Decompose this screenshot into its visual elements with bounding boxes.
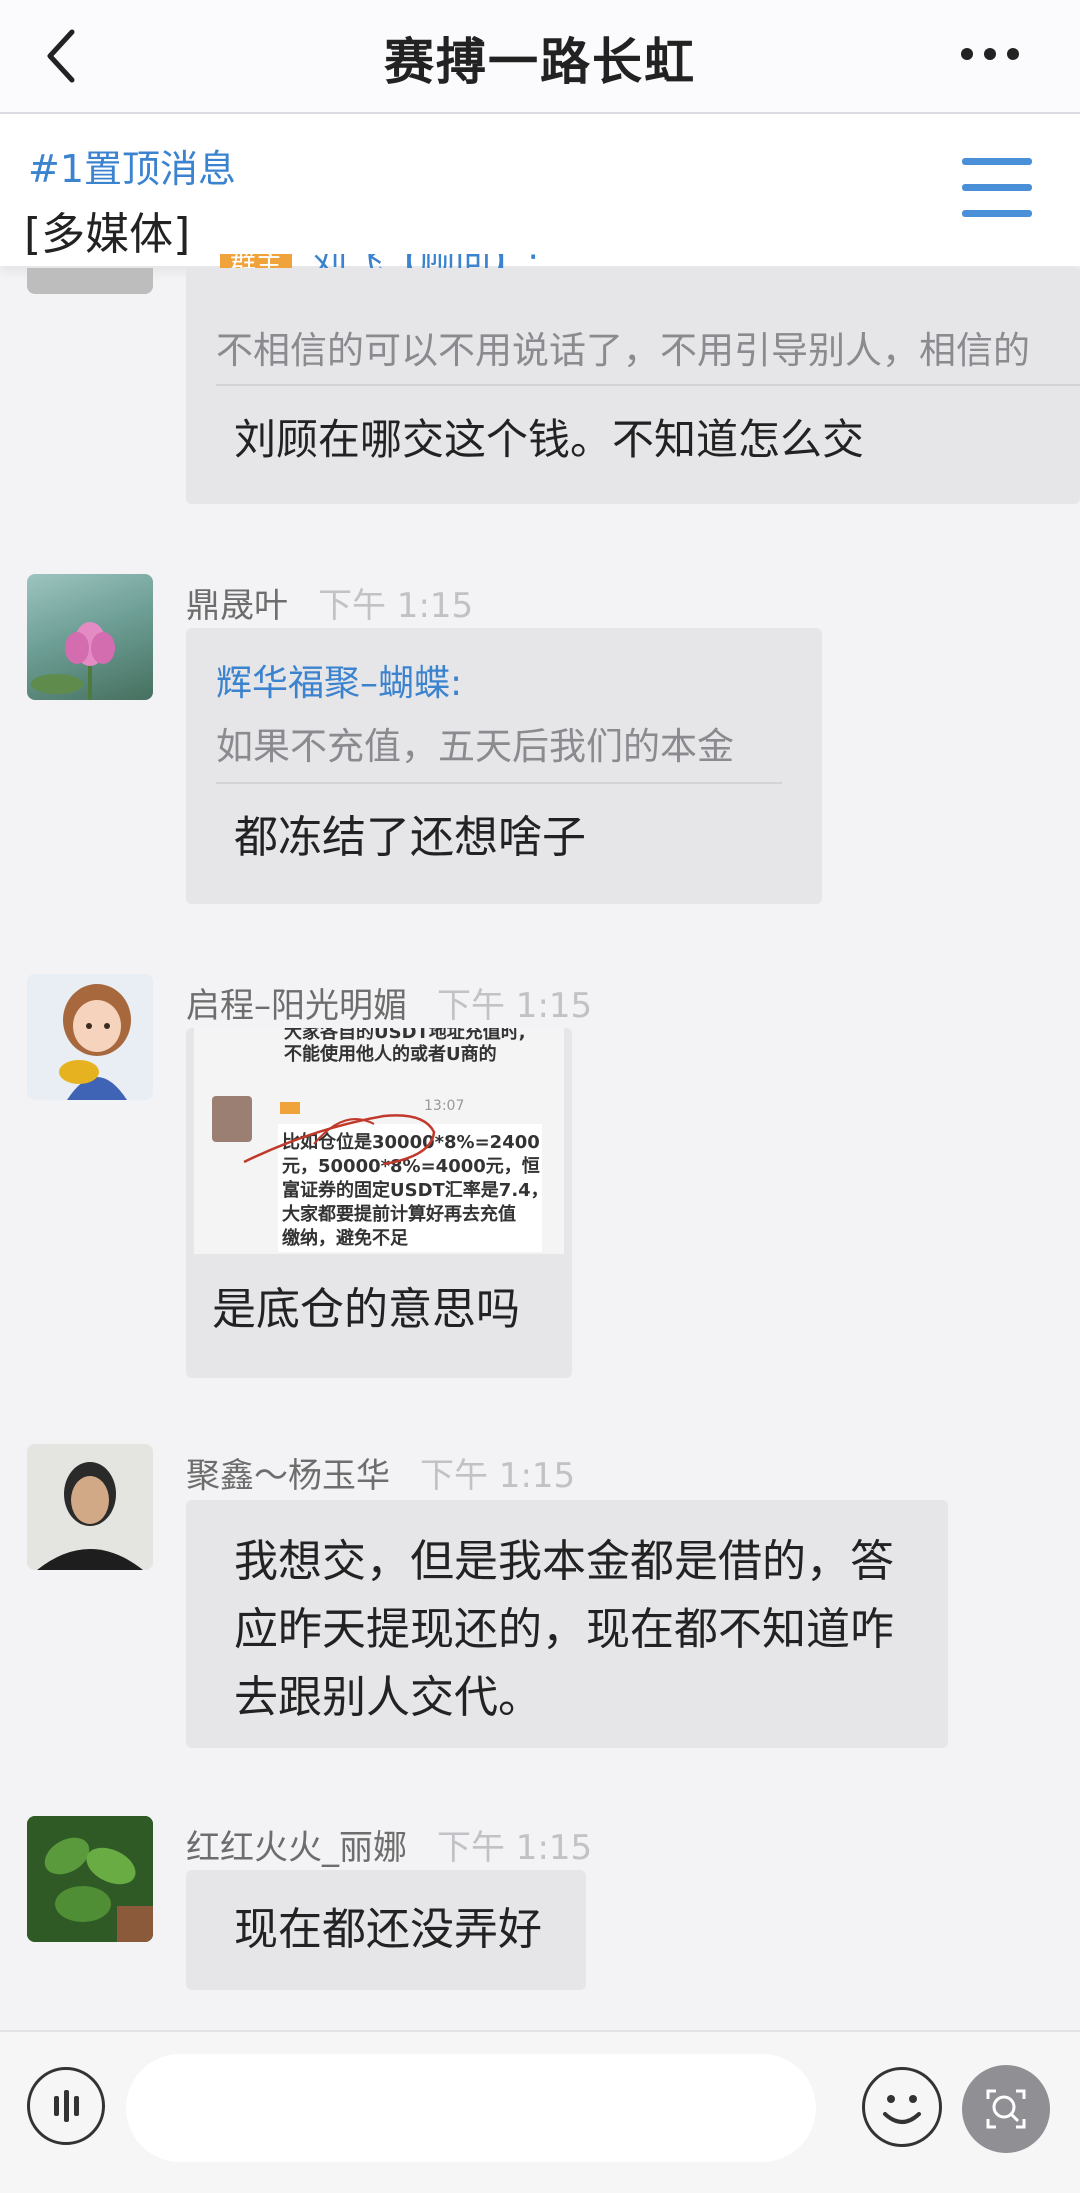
sender-name: 红红火火_丽娜 (186, 1828, 407, 1868)
message-time: 下午 1:15 (437, 1828, 593, 1868)
message-item: 红红火火_丽娜 下午 1:15 现在都还没弄好 (0, 1814, 1080, 2014)
lotus-image (31, 622, 115, 700)
group-owner-badge: 群主 (220, 254, 293, 268)
message-bubble[interactable]: 辉华福聚–蝴蝶: 如果不充值，五天后我们的本金 都冻结了还想啥子 (186, 628, 822, 904)
sender-name: 启程–阳光明媚 (186, 986, 407, 1026)
message-bubble[interactable]: 大家各自的USDT地址充值时, 不能使用他人的或者U商的 13:07 比如仓位是… (186, 1028, 572, 1378)
sender-line: 红红火火_丽娜 下午 1:15 (186, 1820, 592, 1869)
pinned-message-bar[interactable]: #1置顶消息 [多媒体] (0, 114, 1080, 266)
message-text: 是底仓的意思吗 (212, 1284, 520, 1335)
message-text: 都冻结了还想啥子 (234, 812, 586, 863)
message-item: 聚鑫～杨玉华 下午 1:15 我想交，但是我本金都是借的，答 应昨天提现还的，现在… (0, 1444, 1080, 1764)
message-bubble[interactable]: 不相信的可以不用说话了，不用引导别人，相信的 刘顾在哪交这个钱。不知道怎么交 (186, 268, 1080, 504)
sender-line: 鼎晟叶 下午 1:15 (186, 578, 473, 627)
nav-bar: 赛搏一路长虹 (0, 0, 1080, 114)
cartoon-girl-image (27, 974, 153, 1100)
pinned-title: #1置顶消息 (28, 147, 237, 191)
chat-title: 赛搏一路长虹 (384, 33, 696, 91)
message-input[interactable] (126, 2054, 816, 2162)
message-text: 刘顾在哪交这个钱。不知道怎么交 (234, 415, 865, 464)
more-dots-icon[interactable] (960, 46, 1020, 62)
avatar[interactable] (27, 974, 153, 1100)
quote-text: 如果不充值，五天后我们的本金 (216, 725, 734, 768)
message-bubble[interactable]: 我想交，但是我本金都是借的，答 应昨天提现还的，现在都不知道咋 去跟别人交代。 (186, 1500, 948, 1748)
quote-text: 不相信的可以不用说话了，不用引导别人，相信的 (216, 329, 1030, 372)
message-time: 下午 1:15 (318, 586, 474, 626)
avatar[interactable] (27, 574, 153, 700)
message-item: 鼎晟叶 下午 1:15 辉华福聚–蝴蝶: 如果不充值，五天后我们的本金 都冻结了还… (0, 572, 1080, 912)
quote-divider (216, 782, 782, 784)
hamburger-menu-icon[interactable] (962, 154, 1032, 224)
emoji-icon[interactable] (862, 2067, 942, 2147)
message-text-line: 我想交，但是我本金都是借的，答 (234, 1536, 894, 1587)
avatar[interactable] (27, 268, 153, 294)
plant-photo (27, 1816, 153, 1942)
voice-input-icon[interactable] (27, 2067, 105, 2145)
message-item: 启程–阳光明媚 下午 1:15 大家各自的USDT地址充值时, 不能使用他人的或者… (0, 972, 1080, 1382)
avatar[interactable] (27, 1444, 153, 1570)
screenshot-image[interactable]: 大家各自的USDT地址充值时, 不能使用他人的或者U商的 13:07 比如仓位是… (194, 1028, 564, 1254)
red-scribble-annotation (243, 1114, 436, 1166)
avatar[interactable] (27, 1816, 153, 1942)
sender-name: 聚鑫～杨玉华 (186, 1456, 390, 1496)
message-text: 现在都还没弄好 (234, 1904, 542, 1955)
message-text-line: 去跟别人交代。 (234, 1672, 542, 1723)
quote-header-partial: 群主 刘飞【顾问】: (220, 254, 720, 268)
sender-name: 鼎晟叶 (186, 586, 288, 626)
pinned-subtitle: [多媒体] (24, 209, 191, 260)
sender-line: 聚鑫～杨玉华 下午 1:15 (186, 1448, 575, 1497)
quote-divider (216, 384, 1080, 386)
image-search-icon[interactable] (962, 2065, 1050, 2153)
quote-sender: 刘飞【顾问】: (311, 254, 539, 268)
sender-line: 启程–阳光明媚 下午 1:15 (186, 978, 592, 1027)
message-text-line: 应昨天提现还的，现在都不知道咋 (234, 1604, 894, 1655)
message-item: 不相信的可以不用说话了，不用引导别人，相信的 刘顾在哪交这个钱。不知道怎么交 (0, 268, 1080, 508)
quote-sender: 辉华福聚–蝴蝶: (216, 663, 463, 704)
person-photo (27, 1444, 153, 1570)
message-time: 下午 1:15 (420, 1456, 576, 1496)
message-bubble[interactable]: 现在都还没弄好 (186, 1870, 586, 1990)
message-time: 下午 1:15 (437, 986, 593, 1026)
input-bar (0, 2030, 1080, 2193)
